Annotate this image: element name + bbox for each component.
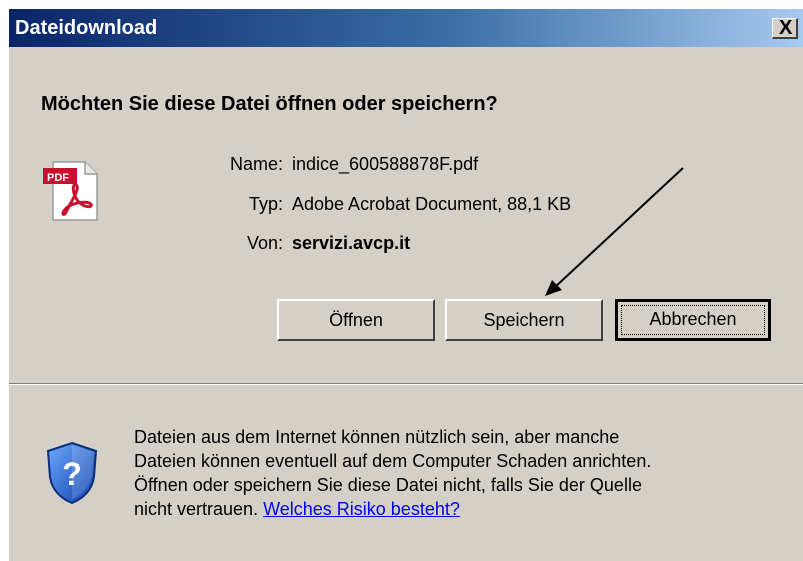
arrow-line (553, 167, 684, 289)
annotation-arrow (545, 167, 684, 296)
